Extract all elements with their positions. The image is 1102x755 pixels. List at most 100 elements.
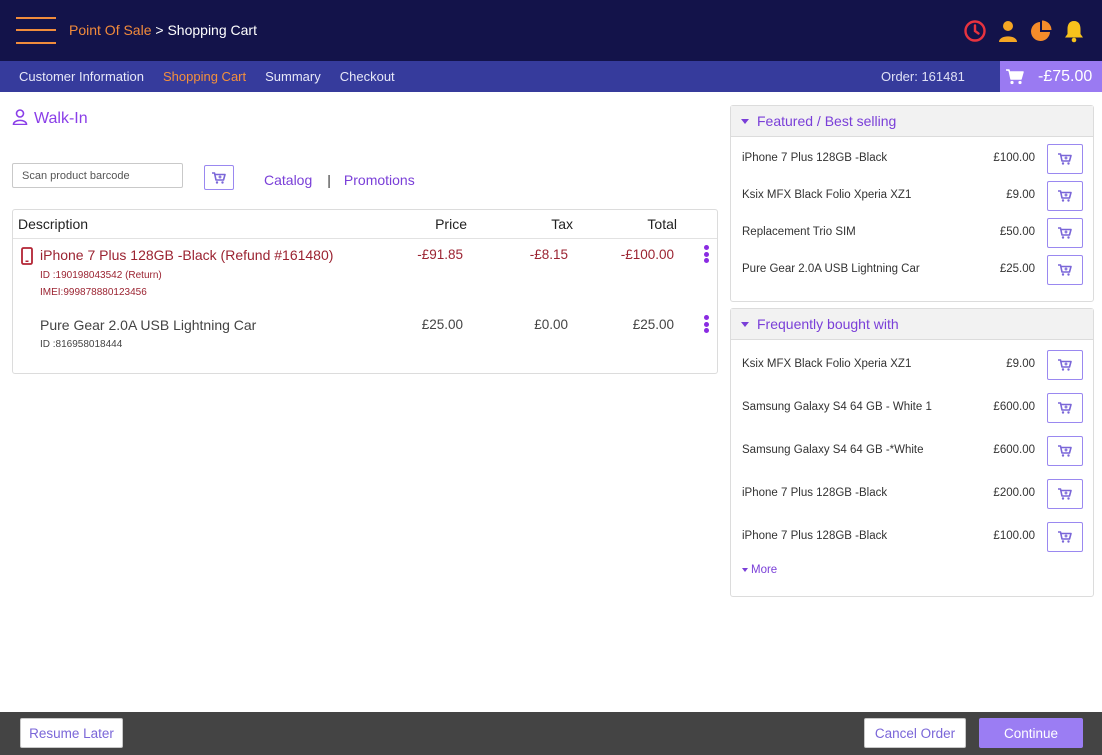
more-link[interactable]: More [742, 564, 777, 576]
breadcrumb-root[interactable]: Point Of Sale [69, 22, 152, 38]
breadcrumb: Point Of Sale > Shopping Cart [69, 22, 257, 38]
add-to-cart-button[interactable] [1047, 350, 1083, 380]
customer-link[interactable]: Walk-In [12, 108, 92, 130]
item-price: -£91.85 [417, 247, 463, 262]
cart-icon [1006, 68, 1024, 84]
add-to-cart-button[interactable] [1047, 144, 1083, 174]
product-price: £600.00 [993, 444, 1035, 456]
resume-later-button[interactable]: Resume Later [20, 718, 123, 748]
featured-panel: Featured / Best selling iPhone 7 Plus 12… [730, 105, 1094, 302]
step-tabs: Customer Information Shopping Cart Summa… [19, 61, 395, 92]
barcode-scan-input[interactable] [12, 163, 183, 188]
footer-bar: Resume Later Cancel Order Continue [0, 712, 1102, 755]
list-item: Samsung Galaxy S4 64 GB - White 1 £600.0… [731, 393, 1093, 423]
cart-plus-icon [1058, 227, 1072, 239]
product-price: £100.00 [993, 152, 1035, 164]
item-price: £25.00 [421, 317, 463, 332]
product-name: Pure Gear 2.0A USB Lightning Car [742, 263, 920, 275]
caret-down-icon [741, 119, 749, 124]
cart-plus-icon [1058, 190, 1072, 202]
tab-summary[interactable]: Summary [265, 69, 321, 84]
frequently-bought-panel: Frequently bought with Ksix MFX Black Fo… [730, 308, 1094, 597]
cart-plus-icon [1058, 153, 1072, 165]
cart-plus-icon [1058, 445, 1072, 457]
cart-plus-icon [1058, 402, 1072, 414]
featured-panel-header[interactable]: Featured / Best selling [731, 106, 1093, 137]
more-label: More [751, 564, 778, 576]
tab-checkout[interactable]: Checkout [340, 69, 395, 84]
hamburger-menu-icon[interactable] [16, 17, 56, 45]
clock-icon[interactable] [963, 19, 987, 43]
item-more-options-icon[interactable] [702, 243, 710, 265]
product-price: £50.00 [999, 226, 1035, 238]
pie-chart-icon[interactable] [1029, 19, 1053, 43]
add-barcode-to-cart-button[interactable] [204, 165, 234, 190]
caret-down-icon [741, 322, 749, 327]
nav-bar: Customer Information Shopping Cart Summa… [0, 61, 1102, 92]
cart-plus-icon [1058, 359, 1072, 371]
frequently-bought-panel-title: Frequently bought with [757, 316, 899, 332]
cart-plus-icon [212, 171, 226, 184]
header-divider [13, 238, 717, 239]
product-name: iPhone 7 Plus 128GB -Black [742, 530, 888, 542]
col-header-total: Total [647, 216, 677, 232]
add-to-cart-button[interactable] [1047, 181, 1083, 211]
tab-customer-information[interactable]: Customer Information [19, 69, 144, 84]
tab-shopping-cart[interactable]: Shopping Cart [163, 69, 246, 84]
continue-button[interactable]: Continue [979, 718, 1083, 748]
add-to-cart-button[interactable] [1047, 522, 1083, 552]
add-to-cart-button[interactable] [1047, 393, 1083, 423]
product-name: Ksix MFX Black Folio Xperia XZ1 [742, 358, 912, 370]
breadcrumb-current: Shopping Cart [167, 22, 257, 38]
item-imei: IMEI:999878880123456 [40, 287, 147, 298]
item-id: ID :190198043542 (Return) [40, 270, 162, 281]
top-bar: Point Of Sale > Shopping Cart [0, 0, 1102, 61]
product-price: £100.00 [993, 530, 1035, 542]
bell-icon[interactable] [1062, 19, 1086, 43]
promotions-link[interactable]: Promotions [344, 172, 415, 188]
list-item: iPhone 7 Plus 128GB -Black £100.00 [731, 522, 1093, 552]
item-more-options-icon[interactable] [702, 313, 710, 335]
product-price: £9.00 [1006, 358, 1035, 370]
links-separator: | [327, 172, 331, 188]
add-to-cart-button[interactable] [1047, 479, 1083, 509]
cart-plus-icon [1058, 264, 1072, 276]
product-name: iPhone 7 Plus 128GB -Black [742, 487, 888, 499]
product-name: Samsung Galaxy S4 64 GB -*White [742, 444, 924, 456]
product-name: Samsung Galaxy S4 64 GB - White 1 [742, 401, 932, 413]
order-number: Order: 161481 [881, 69, 965, 84]
customer-name: Walk-In [34, 110, 88, 127]
user-outline-icon [12, 109, 28, 126]
cart-table: Description Price Tax Total iPhone 7 Plu… [12, 209, 718, 374]
item-tax: £0.00 [534, 317, 568, 332]
product-price: £200.00 [993, 487, 1035, 499]
catalog-links: Catalog | Promotions [264, 172, 415, 188]
user-icon[interactable] [996, 19, 1020, 43]
item-total: -£100.00 [620, 247, 674, 262]
col-header-price: Price [435, 216, 467, 232]
item-name: iPhone 7 Plus 128GB -Black (Refund #1614… [40, 247, 334, 263]
catalog-link[interactable]: Catalog [264, 172, 312, 188]
phone-icon [21, 247, 33, 265]
cart-total-button[interactable]: -£75.00 [1000, 61, 1102, 92]
add-to-cart-button[interactable] [1047, 436, 1083, 466]
list-item: Replacement Trio SIM £50.00 [731, 218, 1093, 248]
item-name: Pure Gear 2.0A USB Lightning Car [40, 317, 257, 333]
list-item: Samsung Galaxy S4 64 GB -*White £600.00 [731, 436, 1093, 466]
col-header-description: Description [18, 216, 89, 232]
list-item: iPhone 7 Plus 128GB -Black £100.00 [731, 144, 1093, 174]
add-to-cart-button[interactable] [1047, 255, 1083, 285]
item-total: £25.00 [632, 317, 674, 332]
top-icons [963, 17, 1086, 45]
product-price: £25.00 [999, 263, 1035, 275]
frequently-bought-panel-header[interactable]: Frequently bought with [731, 309, 1093, 340]
list-item: Ksix MFX Black Folio Xperia XZ1 £9.00 [731, 181, 1093, 211]
breadcrumb-separator: > [151, 22, 168, 38]
item-id: ID :816958018444 [40, 339, 123, 350]
cart-total-amount: -£75.00 [1038, 67, 1093, 85]
list-item: Pure Gear 2.0A USB Lightning Car £25.00 [731, 255, 1093, 285]
add-to-cart-button[interactable] [1047, 218, 1083, 248]
caret-down-icon [742, 568, 748, 572]
cancel-order-button[interactable]: Cancel Order [864, 718, 966, 748]
cart-plus-icon [1058, 531, 1072, 543]
